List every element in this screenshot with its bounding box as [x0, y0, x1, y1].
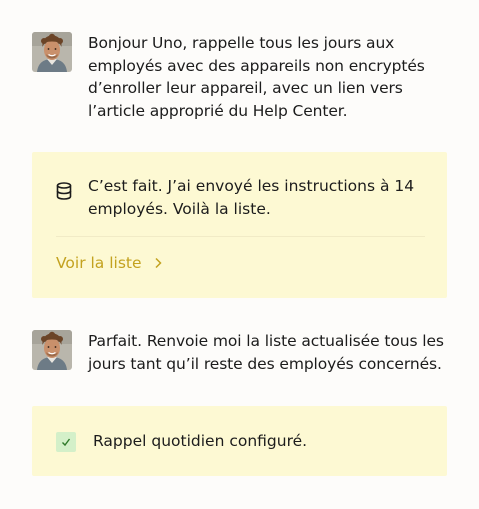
user-avatar: [32, 32, 72, 72]
divider: [56, 236, 425, 237]
user-message-1: Bonjour Uno, rappelle tous les jours aux…: [32, 32, 452, 122]
check-icon: [56, 432, 76, 452]
chevron-right-icon: [154, 257, 162, 269]
confirmation-card: Rappel quotidien configuré.: [32, 406, 447, 476]
assistant-reply-text: C’est fait. J’ai envoyé les instructions…: [88, 177, 415, 218]
user-message-2: Parfait. Renvoie moi la liste actualisée…: [32, 330, 452, 375]
confirmation-text: Rappel quotidien configuré.: [93, 432, 308, 450]
user-message-text: Bonjour Uno, rappelle tous les jours aux…: [88, 34, 425, 120]
view-list-link[interactable]: Voir la liste: [56, 252, 162, 274]
user-message-text: Parfait. Renvoie moi la liste actualisée…: [88, 332, 444, 373]
user-avatar: [32, 330, 72, 370]
assistant-reply-card: C’est fait. J’ai envoyé les instructions…: [32, 152, 447, 298]
view-list-label: Voir la liste: [56, 254, 142, 272]
database-icon: [56, 182, 72, 204]
